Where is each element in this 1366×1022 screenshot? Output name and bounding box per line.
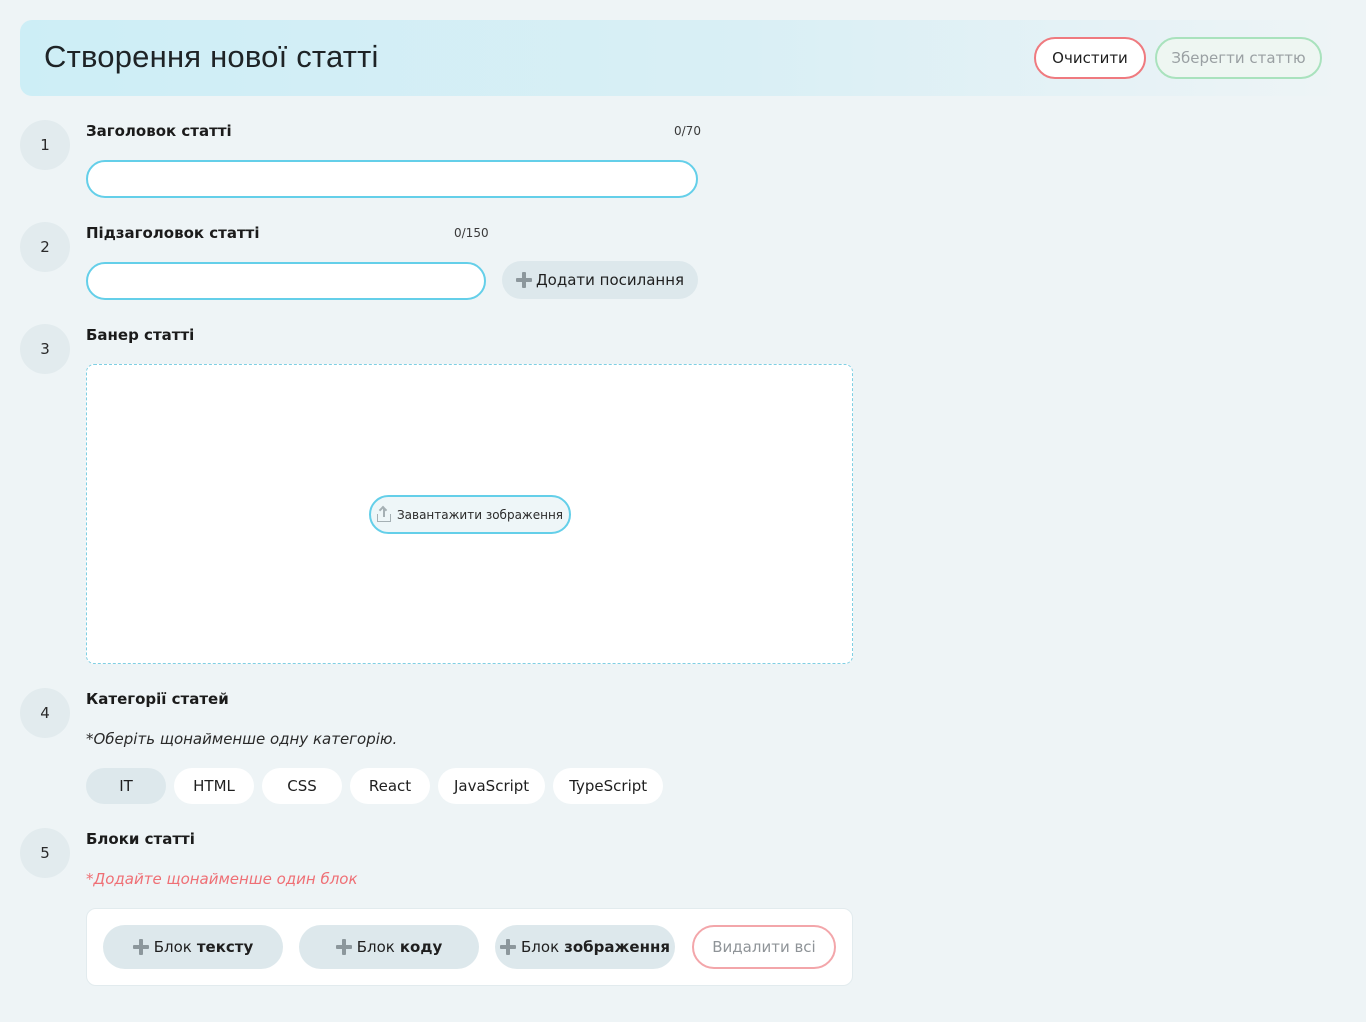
categories-label: Категорії статей [86, 690, 229, 708]
article-editor-page: Створення нової статті Очистити Зберегти… [0, 0, 1366, 1022]
block-type: тексту [196, 938, 254, 956]
plus-icon [515, 272, 532, 288]
add-code-block-button[interactable]: Блок коду [299, 925, 479, 969]
page-header: Створення нової статті Очистити Зберегти… [20, 20, 1346, 96]
block-type: зображення [564, 938, 670, 956]
title-char-counter: 0/70 [674, 124, 701, 138]
category-chip-html[interactable]: HTML [174, 768, 254, 804]
add-link-label: Додати посилання [535, 271, 685, 289]
category-chip-it[interactable]: IT [86, 768, 166, 804]
category-chip-react[interactable]: React [350, 768, 430, 804]
step-number-1: 1 [20, 120, 70, 170]
block-prefix: Блок [153, 938, 192, 956]
step-number-5: 5 [20, 828, 70, 878]
upload-image-button[interactable]: Завантажити зображення [369, 495, 571, 534]
title-input[interactable] [86, 160, 698, 198]
category-list: IT HTML CSS React JavaScript TypeScript [86, 768, 664, 804]
delete-all-blocks-button[interactable]: Видалити всі [692, 925, 836, 969]
blocks-label: Блоки статті [86, 830, 195, 848]
title-label: Заголовок статті [86, 122, 232, 140]
step-number-3: 3 [20, 324, 70, 374]
upload-icon [376, 507, 391, 522]
subtitle-input[interactable] [86, 262, 486, 300]
upload-image-label: Завантажити зображення [396, 507, 564, 522]
save-article-button[interactable]: Зберегти статтю [1155, 37, 1322, 79]
block-type: коду [399, 938, 443, 956]
block-prefix: Блок [356, 938, 395, 956]
blocks-toolbar: Блок тексту Блок коду Блок зображення Ви… [86, 908, 853, 986]
add-link-button[interactable]: Додати посилання [502, 261, 698, 299]
step-number-4: 4 [20, 688, 70, 738]
banner-dropzone[interactable]: Завантажити зображення [86, 364, 853, 664]
categories-hint: *Оберіть щонайменше одну категорію. [86, 730, 398, 748]
plus-icon [500, 939, 517, 955]
clear-button[interactable]: Очистити [1034, 37, 1146, 79]
category-chip-javascript[interactable]: JavaScript [438, 768, 546, 804]
category-chip-css[interactable]: CSS [262, 768, 342, 804]
plus-icon [335, 939, 352, 955]
block-prefix: Блок [521, 938, 560, 956]
blocks-hint: *Додайте щонайменше один блок [86, 870, 358, 888]
add-image-block-button[interactable]: Блок зображення [495, 925, 675, 969]
plus-icon [132, 939, 149, 955]
subtitle-char-counter: 0/150 [454, 226, 489, 240]
page-title: Створення нової статті [44, 39, 379, 74]
category-chip-typescript[interactable]: TypeScript [553, 768, 664, 804]
add-text-block-button[interactable]: Блок тексту [103, 925, 283, 969]
subtitle-label: Підзаголовок статті [86, 224, 260, 242]
banner-label: Банер статті [86, 326, 195, 344]
step-number-2: 2 [20, 222, 70, 272]
